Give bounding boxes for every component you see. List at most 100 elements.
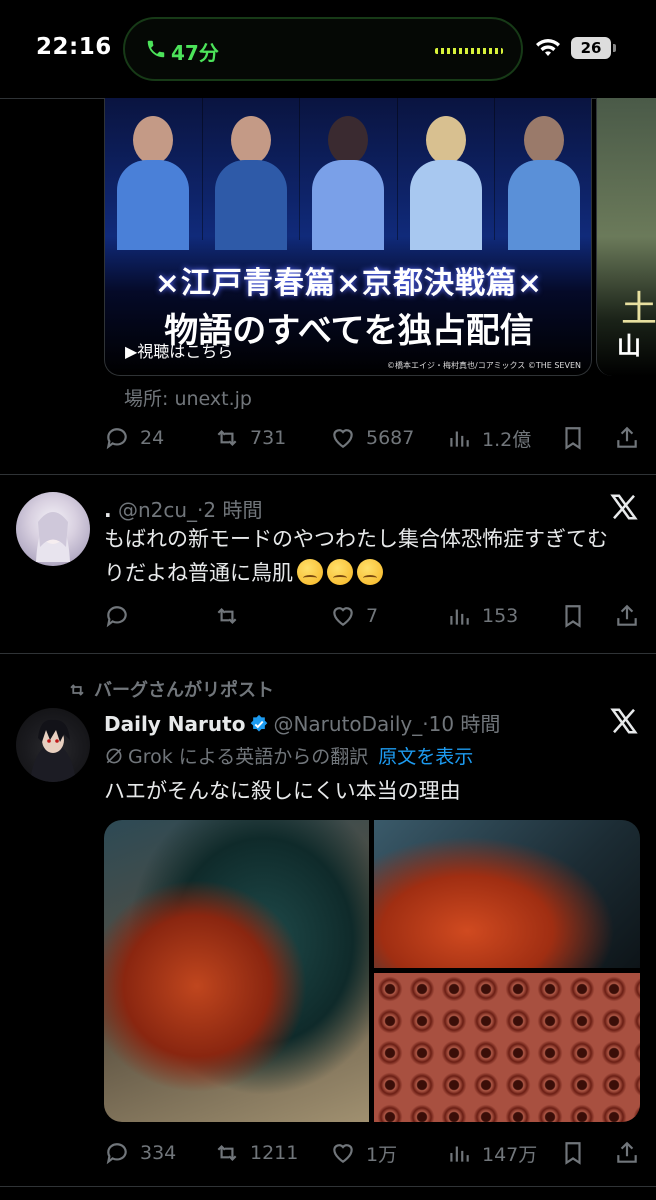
avatar-illustration	[36, 512, 70, 562]
fly-photo-1[interactable]	[104, 820, 369, 1122]
confounded-face-icon	[357, 559, 383, 585]
card-location[interactable]: 場所: unext.jp	[124, 384, 252, 411]
like-button[interactable]: 1万	[330, 1138, 397, 1168]
repost-indicator[interactable]: バーグさんがリポスト	[66, 676, 274, 702]
heart-icon	[333, 607, 353, 626]
cast-figure	[203, 98, 301, 250]
wifi-icon	[536, 39, 560, 56]
divider	[0, 474, 656, 475]
repost-icon	[217, 1144, 237, 1162]
reply-button[interactable]	[104, 601, 140, 631]
author-handle[interactable]: @n2cu_	[118, 498, 197, 522]
tweet-time[interactable]: ·10 時間	[422, 712, 500, 736]
tweet-actions: 7 153	[104, 601, 644, 631]
divider	[0, 653, 656, 654]
repost-small-icon	[70, 684, 84, 696]
views-icon	[450, 609, 469, 625]
reply-button[interactable]: 334	[104, 1138, 176, 1168]
views-count: 1.2億	[482, 428, 532, 451]
confounded-face-icon	[297, 559, 323, 585]
x-logo-icon	[610, 494, 638, 520]
phone-icon	[147, 40, 165, 58]
reply-count: 334	[140, 1142, 177, 1164]
verified-badge-icon	[251, 714, 268, 732]
heart-icon	[333, 429, 353, 448]
tweet-actions: 24 731 5687 1.2億	[104, 423, 644, 453]
like-button[interactable]: 5687	[330, 423, 414, 453]
card2-text: 山	[617, 332, 641, 360]
cast-figure	[300, 98, 398, 250]
like-count: 1万	[366, 1143, 398, 1166]
cast-photo-strip	[105, 98, 591, 250]
x-logo-icon	[610, 708, 638, 734]
share-button[interactable]	[614, 1138, 640, 1168]
share-icon	[617, 604, 637, 626]
views-icon	[450, 431, 469, 447]
reply-count: 24	[140, 427, 165, 449]
translation-note: Grok による英語からの翻訳 原文を表示	[104, 742, 473, 769]
author-name[interactable]: .	[104, 498, 112, 522]
share-icon	[617, 1141, 637, 1163]
avatar[interactable]	[16, 708, 90, 782]
tweet-actions: 334 1211 1万 147万	[104, 1138, 644, 1168]
divider	[0, 1186, 656, 1187]
app-screen: 22:16 47分 26 ×江戸青春篇×京都決戦篇× 物語のすべてを独占配信 ▶…	[0, 0, 656, 1200]
promo-card-image[interactable]: ×江戸青春篇×京都決戦篇× 物語のすべてを独占配信 ▶視聴はこちら ©橋本エイジ…	[104, 98, 592, 376]
audio-wave-icon	[435, 48, 503, 54]
tweet-text: もばれの新モードのやつわたし集合体恐怖症すぎてむりだよね普通に鳥肌	[104, 522, 624, 590]
repost-button[interactable]: 1211	[214, 1138, 298, 1168]
like-count: 5687	[366, 427, 415, 449]
repost-button[interactable]	[214, 601, 250, 631]
cast-figure	[495, 98, 591, 250]
grok-icon	[106, 748, 122, 764]
bookmark-button[interactable]	[560, 601, 586, 631]
battery-tip	[613, 44, 616, 52]
reply-icon	[106, 1143, 127, 1165]
tweet-text: ハエがそんなに殺しにくい本当の理由	[104, 779, 461, 803]
translation-label: Grok による英語からの翻訳	[128, 746, 369, 768]
bookmark-button[interactable]	[560, 423, 586, 453]
bookmark-icon	[565, 1142, 581, 1165]
tweet-body: もばれの新モードのやつわたし集合体恐怖症すぎてむりだよね普通に鳥肌	[104, 527, 608, 585]
repost-count: 1211	[250, 1142, 299, 1164]
heart-icon	[333, 1144, 353, 1163]
repost-icon	[217, 607, 237, 625]
cast-figure	[105, 98, 203, 250]
bookmark-button[interactable]	[560, 1138, 586, 1168]
repost-button[interactable]: 731	[214, 423, 286, 453]
dynamic-island-call[interactable]: 47分	[123, 17, 523, 81]
status-time: 22:16	[36, 34, 112, 60]
repost-count: 731	[250, 427, 287, 449]
card-subtitle: ×江戸青春篇×京都決戦篇×	[154, 266, 544, 301]
author-handle[interactable]: @NarutoDaily_	[273, 712, 422, 736]
views-button[interactable]: 147万	[446, 1138, 537, 1168]
views-count: 147万	[482, 1143, 538, 1166]
card-watch-link[interactable]: ▶視聴はこちら	[125, 338, 233, 362]
like-count: 7	[366, 605, 379, 627]
avatar[interactable]	[16, 492, 90, 566]
fly-photo-2[interactable]	[374, 820, 640, 968]
views-button[interactable]: 1.2億	[446, 423, 531, 453]
show-original-link[interactable]: 原文を表示	[378, 746, 473, 768]
tweet-header: Daily Naruto @NarutoDaily_·10 時間	[104, 708, 500, 737]
like-button[interactable]: 7	[330, 601, 378, 631]
reply-button[interactable]: 24	[104, 423, 164, 453]
share-button[interactable]	[614, 423, 640, 453]
share-icon	[617, 426, 637, 448]
card-copyright: ©橋本エイジ・梅村真也/コアミックス ©THE SEVEN	[387, 361, 581, 370]
share-button[interactable]	[614, 601, 640, 631]
promo-card-image-2[interactable]: 土 山	[596, 98, 656, 376]
views-button[interactable]: 153	[446, 601, 518, 631]
cast-figure	[398, 98, 496, 250]
tweet-time[interactable]: ·2 時間	[197, 498, 262, 522]
call-duration: 47分	[171, 41, 219, 65]
reposted-by: バーグさんがリポスト	[94, 680, 274, 701]
media-gallery	[104, 820, 640, 1122]
battery-indicator: 26	[571, 37, 611, 59]
fly-photo-3[interactable]	[374, 973, 640, 1122]
tweet-header: . @n2cu_·2 時間	[104, 494, 263, 523]
avatar-illustration	[30, 719, 76, 782]
repost-icon	[217, 429, 237, 447]
bookmark-icon	[565, 605, 581, 628]
author-name[interactable]: Daily Naruto	[104, 712, 245, 736]
